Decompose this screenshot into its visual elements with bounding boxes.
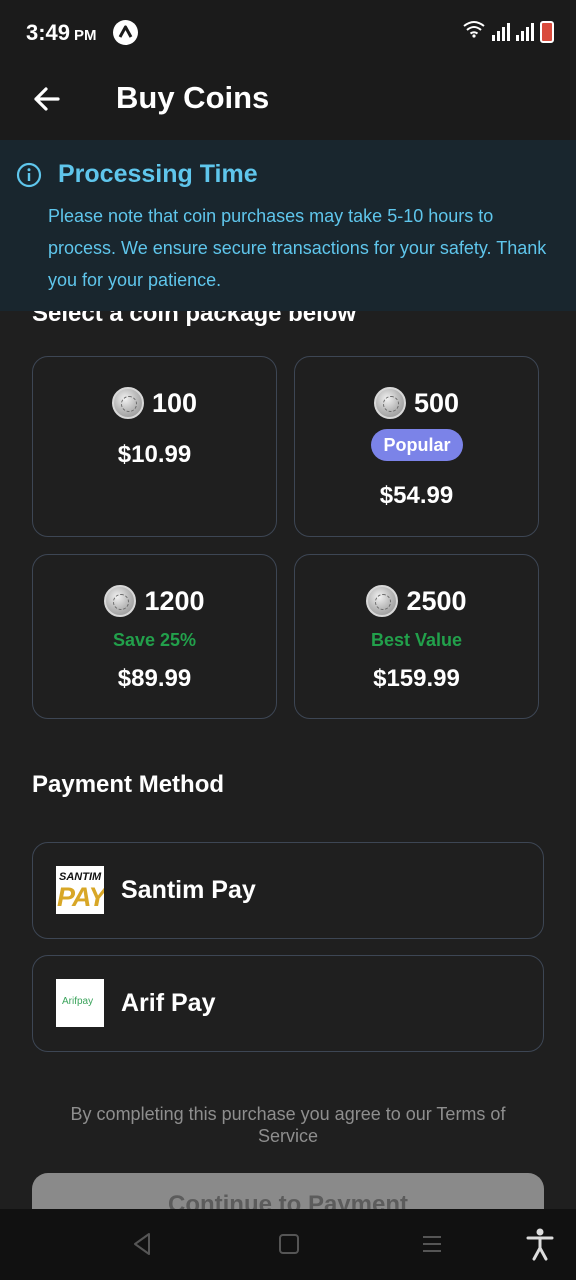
menu-lines-icon[interactable] [420, 1231, 444, 1262]
payment-option-arif-pay[interactable]: Arifpay Arif Pay [32, 955, 544, 1052]
notice-title: Processing Time [58, 160, 258, 188]
notice-body: Please note that coin purchases may take… [48, 206, 547, 290]
coin-amount: 1200 [144, 585, 205, 616]
package-price: $54.99 [379, 482, 454, 509]
package-price: $10.99 [117, 441, 192, 468]
home-square-icon[interactable] [277, 1231, 301, 1262]
battery-icon [540, 20, 554, 43]
package-price: $159.99 [373, 665, 460, 692]
page-title: Buy Coins [116, 80, 270, 115]
payment-option-name: Santim Pay [121, 876, 256, 904]
coin-icon [366, 585, 399, 617]
payment-method-label: Payment Method [32, 771, 225, 798]
coin-package-card[interactable]: 100 $10.99 [32, 356, 277, 537]
coin-package-card[interactable]: 1200 Save 25% $89.99 [32, 554, 277, 719]
signal-icon [492, 22, 510, 41]
coin-amount: 100 [151, 387, 198, 418]
accessibility-icon[interactable] [526, 1227, 554, 1266]
signal-icon [516, 22, 534, 41]
best-value-label: Best Value [370, 630, 463, 650]
status-time: 3:49 PM [26, 20, 97, 45]
app-bar: Buy Coins [0, 64, 576, 140]
arrow-left-icon[interactable] [30, 82, 64, 116]
status-bar: 3:49 PM [0, 0, 576, 64]
info-icon [16, 162, 42, 193]
payment-option-name: Arif Pay [121, 989, 216, 1017]
package-price: $89.99 [117, 665, 192, 692]
coin-amount: 2500 [406, 585, 467, 616]
popular-badge: Popular [371, 429, 463, 461]
wifi-icon [462, 20, 486, 43]
santim-pay-logo: SANTIM PAY [56, 866, 104, 914]
payment-option-santim-pay[interactable]: SANTIM PAY Santim Pay [32, 842, 544, 939]
coin-icon [111, 387, 144, 419]
coin-package-card[interactable]: 500 Popular $54.99 [294, 356, 539, 537]
coin-icon [373, 387, 406, 419]
system-nav-bar [0, 1209, 576, 1280]
arif-pay-logo: Arifpay [56, 979, 104, 1027]
processing-notice: Processing Time Please note that coin pu… [0, 140, 576, 311]
coin-icon [104, 585, 137, 617]
savings-label: Save 25% [112, 630, 197, 650]
app-notification-icon [113, 20, 138, 45]
terms-notice: By completing this purchase you agree to… [70, 1104, 506, 1146]
coin-amount: 500 [413, 387, 460, 418]
back-triangle-icon[interactable] [130, 1231, 154, 1262]
coin-package-card[interactable]: 2500 Best Value $159.99 [294, 554, 539, 719]
